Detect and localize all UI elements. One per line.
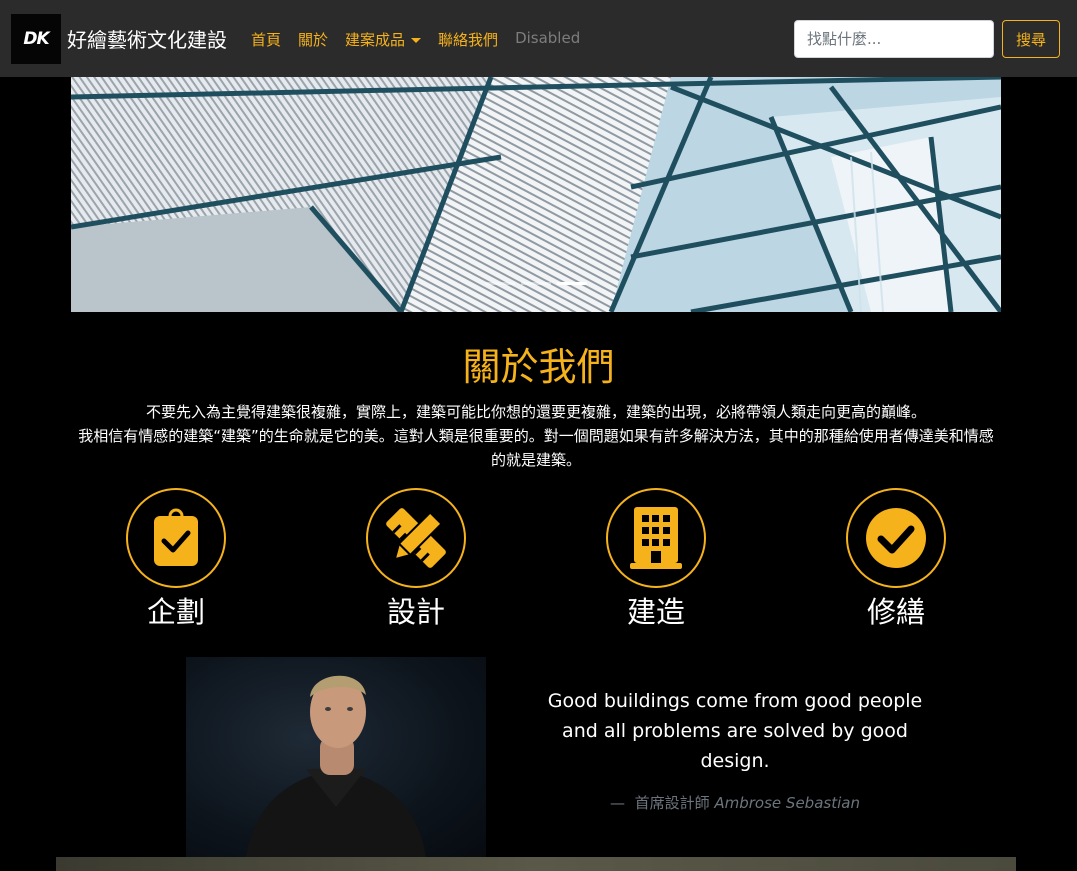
service-icon-circle <box>366 488 466 588</box>
quote-attribution: — 首席設計師 Ambrose Sebastian <box>545 792 925 813</box>
navbar: DK 好繪藝術文化建設 首頁 關於 建案成品 聯絡我們 Disabled 搜尋 <box>0 0 1077 77</box>
building-icon <box>630 507 682 569</box>
about-line-1: 不要先入為主覺得建築很複雜，實際上，建築可能比你想的還要更複雜，建築的出現，必將… <box>145 403 926 421</box>
service-icon-circle <box>606 488 706 588</box>
service-label: 設計 <box>386 595 445 629</box>
nav-item-projects-dropdown[interactable]: 建案成品 <box>345 29 422 50</box>
service-planning: 企劃 <box>126 488 226 629</box>
nav-item-disabled: Disabled <box>515 29 581 47</box>
about-title: 關於我們 <box>462 345 615 389</box>
portrait-photo <box>246 675 426 857</box>
designer-portrait <box>186 657 486 857</box>
search-button[interactable]: 搜尋 <box>1002 20 1060 58</box>
pencil-ruler-icon <box>386 508 446 568</box>
carousel-indicator-active[interactable] <box>557 282 587 285</box>
service-label: 企劃 <box>146 595 205 629</box>
service-label: 建造 <box>626 595 685 629</box>
service-label: 修繕 <box>866 595 925 629</box>
quote-role: 首席設計師 <box>634 794 710 812</box>
hero-carousel-image <box>71 77 1001 312</box>
carousel-indicators <box>485 282 587 285</box>
next-section-image <box>56 857 1016 871</box>
search-input[interactable] <box>794 20 994 58</box>
carousel-indicator[interactable] <box>485 282 515 285</box>
nav-item-projects-label: 建案成品 <box>345 31 406 49</box>
nav-item-home[interactable]: 首頁 <box>251 29 281 50</box>
nav-item-about[interactable]: 關於 <box>298 29 328 50</box>
architecture-photo <box>71 77 1001 312</box>
clipboard-check-icon <box>154 508 198 566</box>
logo[interactable]: DK <box>11 14 61 64</box>
nav-item-contact[interactable]: 聯絡我們 <box>438 29 498 50</box>
brand-name[interactable]: 好繪藝術文化建設 <box>67 24 227 53</box>
about-line-2: 我相信有情感的建築“建築”的生命就是它的美。這對人類是很重要的。對一個問題如果有… <box>78 427 994 469</box>
service-design: 設計 <box>366 488 466 629</box>
logo-text: DK <box>23 29 49 49</box>
check-circle-icon <box>866 508 926 568</box>
service-icon-circle <box>846 488 946 588</box>
quote-text: Good buildings come from good people and… <box>547 690 923 772</box>
carousel-indicator[interactable] <box>521 282 551 285</box>
service-icon-circle <box>126 488 226 588</box>
service-construction: 建造 <box>606 488 706 629</box>
caret-down-icon <box>411 38 422 43</box>
about-description: 不要先入為主覺得建築很複雜，實際上，建築可能比你想的還要更複雜，建築的出現，必將… <box>71 400 1001 472</box>
service-repair: 修繕 <box>846 488 946 629</box>
quote-author: Ambrose Sebastian <box>714 794 860 812</box>
quote-dash: — <box>610 794 626 812</box>
main-nav: 首頁 關於 建案成品 聯絡我們 Disabled <box>251 29 580 50</box>
